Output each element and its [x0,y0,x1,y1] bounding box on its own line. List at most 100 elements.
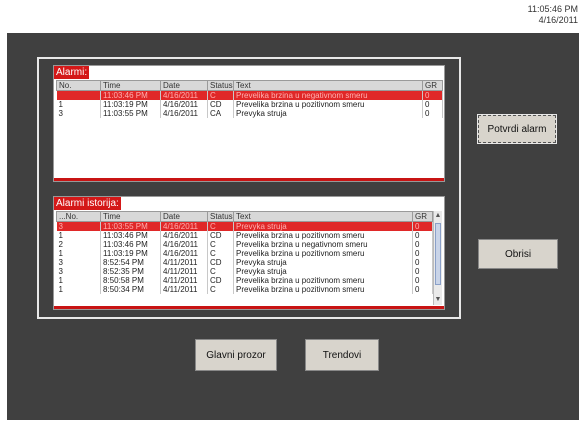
column-header[interactable]: Date [160,80,208,91]
table-cell: 0 [412,221,433,231]
table-cell: 8:50:34 PM [100,285,161,294]
column-header[interactable]: Status [207,80,234,91]
table-cell: CD [207,100,234,109]
table-cell [56,90,101,100]
table-cell: 0 [412,285,433,294]
table-cell: Prevelika brzina u pozitivnom smeru [233,276,413,285]
table-cell: C [207,285,234,294]
trends-button[interactable]: Trendovi [305,339,379,371]
table-cell: 11:03:46 PM [100,240,161,249]
table-cell: Prevelika brzina u negativnom smeru [233,240,413,249]
table-cell: 3 [56,221,101,231]
table-cell: 11:03:46 PM [100,231,161,240]
table-cell: 3 [56,109,101,118]
table-row[interactable]: 1 11:03:19 PM 4/16/2011 C Prevelika brzina u… [56,249,433,258]
table-row[interactable]: 3 8:52:54 PM 4/11/2011 CD Prevyka struja 0 [56,258,433,267]
main-window-button[interactable]: Glavni prozor [195,339,277,371]
alarms-bottom-bar [54,178,444,181]
column-header[interactable]: Text [233,211,413,222]
clock-time: 11:05:46 PM [527,4,578,14]
table-cell: 4/11/2011 [160,276,208,285]
history-scrollbar[interactable]: ▲ ▼ [433,211,442,305]
table-row[interactable]: 1 8:50:34 PM 4/11/2011 C Prevelika brzina u … [56,285,433,294]
column-header[interactable]: No. [56,80,101,91]
table-row[interactable]: 3 8:52:35 PM 4/11/2011 C Prevyka struja 0 [56,267,433,276]
clock-date: 4/16/2011 [538,15,578,25]
table-row[interactable]: 3 11:03:55 PM 4/16/2011 C Prevyka struja 0 [56,221,433,231]
table-cell: 0 [412,249,433,258]
table-cell: 11:03:19 PM [100,100,161,109]
table-row[interactable]: 2 11:03:46 PM 4/16/2011 C Prevelika brzina u… [56,240,433,249]
clock: 11:05:46 PM 4/16/2011 [528,4,578,26]
table-row[interactable]: 11:03:46 PM 4/16/2011 C Prevelika brzina u … [56,90,443,100]
table-cell: 0 [412,276,433,285]
history-table[interactable]: ...No. Time Date Status Text GR 3 11:03:55 PM 4… [56,211,433,294]
acknowledge-alarm-button[interactable]: Potvrdi alarm [477,114,557,144]
history-view[interactable]: Alarmi istorija: ...No. Time Date Status Tex… [53,196,445,310]
table-cell: CD [207,258,234,267]
table-cell: 0 [412,240,433,249]
table-cell: C [207,240,234,249]
table-cell: 1 [56,285,101,294]
table-cell: 4/16/2011 [160,90,208,100]
table-cell: CA [207,109,234,118]
table-cell: C [207,90,234,100]
table-cell: 4/16/2011 [160,221,208,231]
table-cell: 8:50:58 PM [100,276,161,285]
table-cell: Prevyka struja [233,109,423,118]
column-header[interactable]: Time [100,211,161,222]
table-cell: 3 [56,258,101,267]
history-bottom-bar [54,306,444,309]
table-row[interactable]: 1 11:03:19 PM 4/16/2011 CD Prevelika brzina … [56,100,443,109]
column-header[interactable]: Text [233,80,423,91]
table-cell: 4/11/2011 [160,258,208,267]
table-cell: 1 [56,276,101,285]
table-cell: 4/11/2011 [160,267,208,276]
table-cell: CD [207,276,234,285]
hmi-screen: Alarmi: No. Time Date Status Text GR 11:03:46… [7,33,579,420]
table-row[interactable]: 1 11:03:46 PM 4/16/2011 CD Prevelika brzina … [56,231,433,240]
table-cell: 1 [56,249,101,258]
scroll-down-icon[interactable]: ▼ [434,295,442,305]
table-cell: 2 [56,240,101,249]
table-cell: C [207,267,234,276]
table-cell: 0 [422,100,443,109]
table-cell: Prevelika brzina u pozitivnom smeru [233,231,413,240]
table-row[interactable]: 1 8:50:58 PM 4/11/2011 CD Prevelika brzina u… [56,276,433,285]
table-row[interactable]: 3 11:03:55 PM 4/16/2011 CA Prevyka struja 0 [56,109,443,118]
table-cell: 4/16/2011 [160,240,208,249]
table-cell: 0 [422,109,443,118]
table-cell: 1 [56,231,101,240]
alarms-title: Alarmi: [54,66,90,79]
table-cell: Prevyka struja [233,267,413,276]
table-cell: CD [207,231,234,240]
table-cell: 11:03:55 PM [100,109,161,118]
table-cell: 11:03:55 PM [100,221,161,231]
column-header[interactable]: Time [100,80,161,91]
table-cell: Prevelika brzina u pozitivnom smeru [233,285,413,294]
table-cell: Prevelika brzina u pozitivnom smeru [233,100,423,109]
table-cell: 0 [412,258,433,267]
table-cell: 0 [412,231,433,240]
alarms-table[interactable]: No. Time Date Status Text GR 11:03:46 PM 4/16/… [56,80,443,118]
table-cell: 8:52:54 PM [100,258,161,267]
table-cell: C [207,221,234,231]
column-header[interactable]: ...No. [56,211,101,222]
table-cell: 4/11/2011 [160,285,208,294]
table-cell: 3 [56,267,101,276]
alarm-panel: Alarmi: No. Time Date Status Text GR 11:03:46… [37,57,461,319]
delete-button[interactable]: Obrisi [478,239,558,269]
table-cell: 0 [412,267,433,276]
table-cell: 4/16/2011 [160,109,208,118]
scroll-up-icon[interactable]: ▲ [434,211,442,221]
history-title: Alarmi istorija: [54,197,121,210]
scroll-thumb[interactable] [435,223,441,285]
table-cell: Prevyka struja [233,221,413,231]
column-header[interactable]: Date [160,211,208,222]
alarms-view[interactable]: Alarmi: No. Time Date Status Text GR 11:03:46… [53,65,445,182]
column-header[interactable]: GR [412,211,433,222]
table-cell: 0 [422,90,443,100]
column-header[interactable]: Status [207,211,234,222]
column-header[interactable]: GR [422,80,443,91]
table-cell: Prevelika brzina u negativnom smeru [233,90,423,100]
